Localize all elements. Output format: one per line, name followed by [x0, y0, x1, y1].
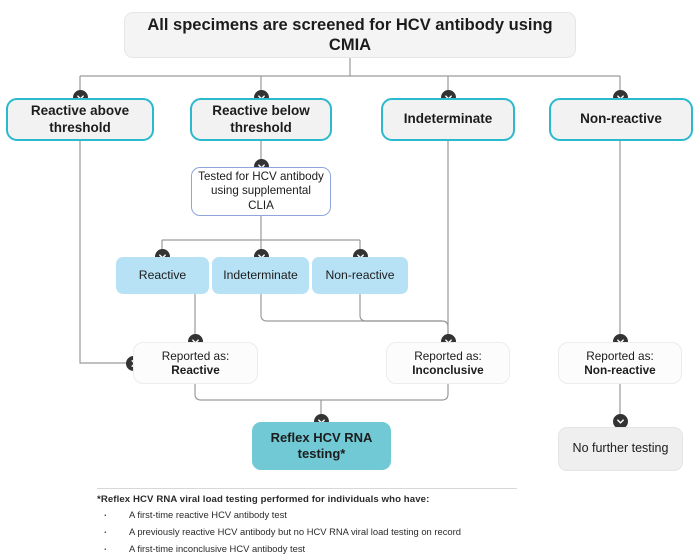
node-label: Indeterminate [223, 268, 298, 283]
node-label: Indeterminate [403, 111, 493, 127]
node-label: Non-reactive [580, 111, 662, 127]
flowchart-canvas: All specimens are screened for HCV antib… [0, 0, 700, 560]
reported-prefix: Reported as: [586, 348, 654, 363]
node-reported-inconclusive[interactable]: Reported as: Inconclusive [386, 342, 510, 384]
node-non-reactive-screen[interactable]: Non-reactive [549, 98, 693, 141]
node-reported-non-reactive[interactable]: Reported as: Non-reactive [558, 342, 682, 384]
node-supplemental-clia[interactable]: Tested for HCV antibody using supplement… [191, 167, 331, 216]
node-no-further-testing[interactable]: No further testing [558, 427, 683, 471]
node-reflex-hcv-rna-testing[interactable]: Reflex HCV RNA testing* [252, 422, 391, 470]
footnote-heading: *Reflex HCV RNA viral load testing perfo… [97, 494, 430, 505]
reflex-label-line2: testing* [297, 446, 346, 461]
footnote-bullet-list: A first-time reactive HCV antibody test … [97, 506, 517, 557]
node-clia-indeterminate[interactable]: Indeterminate [212, 257, 309, 294]
node-reported-reactive[interactable]: Reported as: Reactive [133, 342, 258, 384]
node-label: Non-reactive [325, 268, 395, 283]
header-title: All specimens are screened for HCV antib… [147, 15, 553, 54]
node-label: Tested for HCV antibody using supplement… [198, 170, 324, 212]
node-reactive-above-threshold[interactable]: Reactive above threshold [6, 98, 154, 141]
reported-value: Inconclusive [412, 363, 484, 377]
node-label: Reactive above threshold [30, 103, 130, 135]
node-label: Reactive [138, 268, 187, 283]
node-label: No further testing [572, 441, 669, 456]
footnote-bullet: A first-time reactive HCV antibody test [97, 506, 517, 523]
header-node-screening: All specimens are screened for HCV antib… [124, 12, 576, 58]
node-indeterminate-screen[interactable]: Indeterminate [381, 98, 515, 141]
node-reactive-below-threshold[interactable]: Reactive below threshold [190, 98, 332, 141]
node-clia-non-reactive[interactable]: Non-reactive [312, 257, 408, 294]
reflex-label-line1: Reflex HCV RNA [270, 430, 373, 446]
node-label: Reactive below threshold [212, 103, 310, 135]
node-clia-reactive[interactable]: Reactive [116, 257, 209, 294]
reported-value: Reactive [171, 363, 220, 377]
reported-prefix: Reported as: [414, 348, 482, 363]
reported-value: Non-reactive [584, 363, 656, 377]
footnote-bullet: A first-time inconclusive HCV antibody t… [97, 540, 517, 557]
reported-prefix: Reported as: [161, 348, 230, 363]
footnote-bullet: A previously reactive HCV antibody but n… [97, 523, 517, 540]
footnote-block: *Reflex HCV RNA viral load testing perfo… [97, 488, 517, 559]
